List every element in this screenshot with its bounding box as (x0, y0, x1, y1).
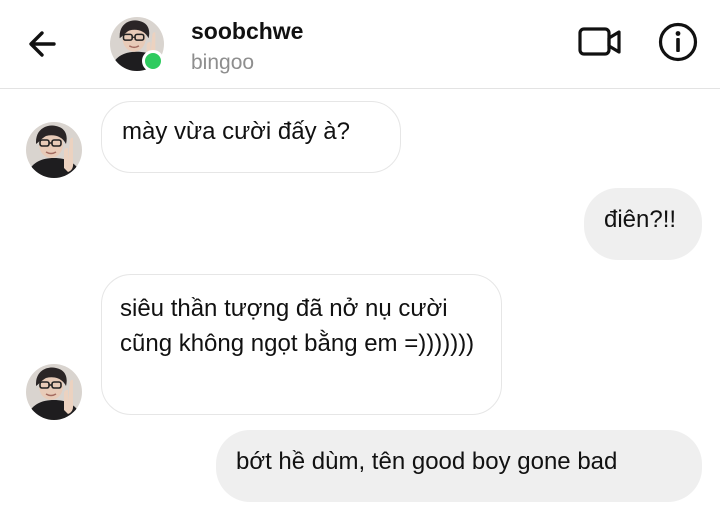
message-bubble-outgoing[interactable]: điên?!! (584, 188, 702, 260)
chat-header: soobchwe bingoo (0, 0, 720, 89)
contact-username[interactable]: soobchwe (191, 18, 303, 45)
message-bubble-incoming[interactable]: siêu thần tượng đã nở nụ cười cũng không… (101, 274, 502, 415)
back-button[interactable] (22, 24, 66, 64)
avatar[interactable] (26, 122, 82, 178)
info-button[interactable] (656, 20, 700, 64)
message-bubble-outgoing[interactable]: bớt hề dùm, tên good boy gone bad (216, 430, 702, 502)
avatar[interactable] (26, 364, 82, 420)
online-status-indicator (142, 50, 164, 72)
video-call-button[interactable] (576, 22, 624, 62)
info-icon (658, 22, 698, 62)
contact-status: bingoo (191, 51, 255, 74)
back-arrow-icon (29, 31, 56, 57)
message-bubble-incoming[interactable]: mày vừa cười đấy à? (101, 101, 401, 173)
video-call-icon (578, 27, 621, 56)
